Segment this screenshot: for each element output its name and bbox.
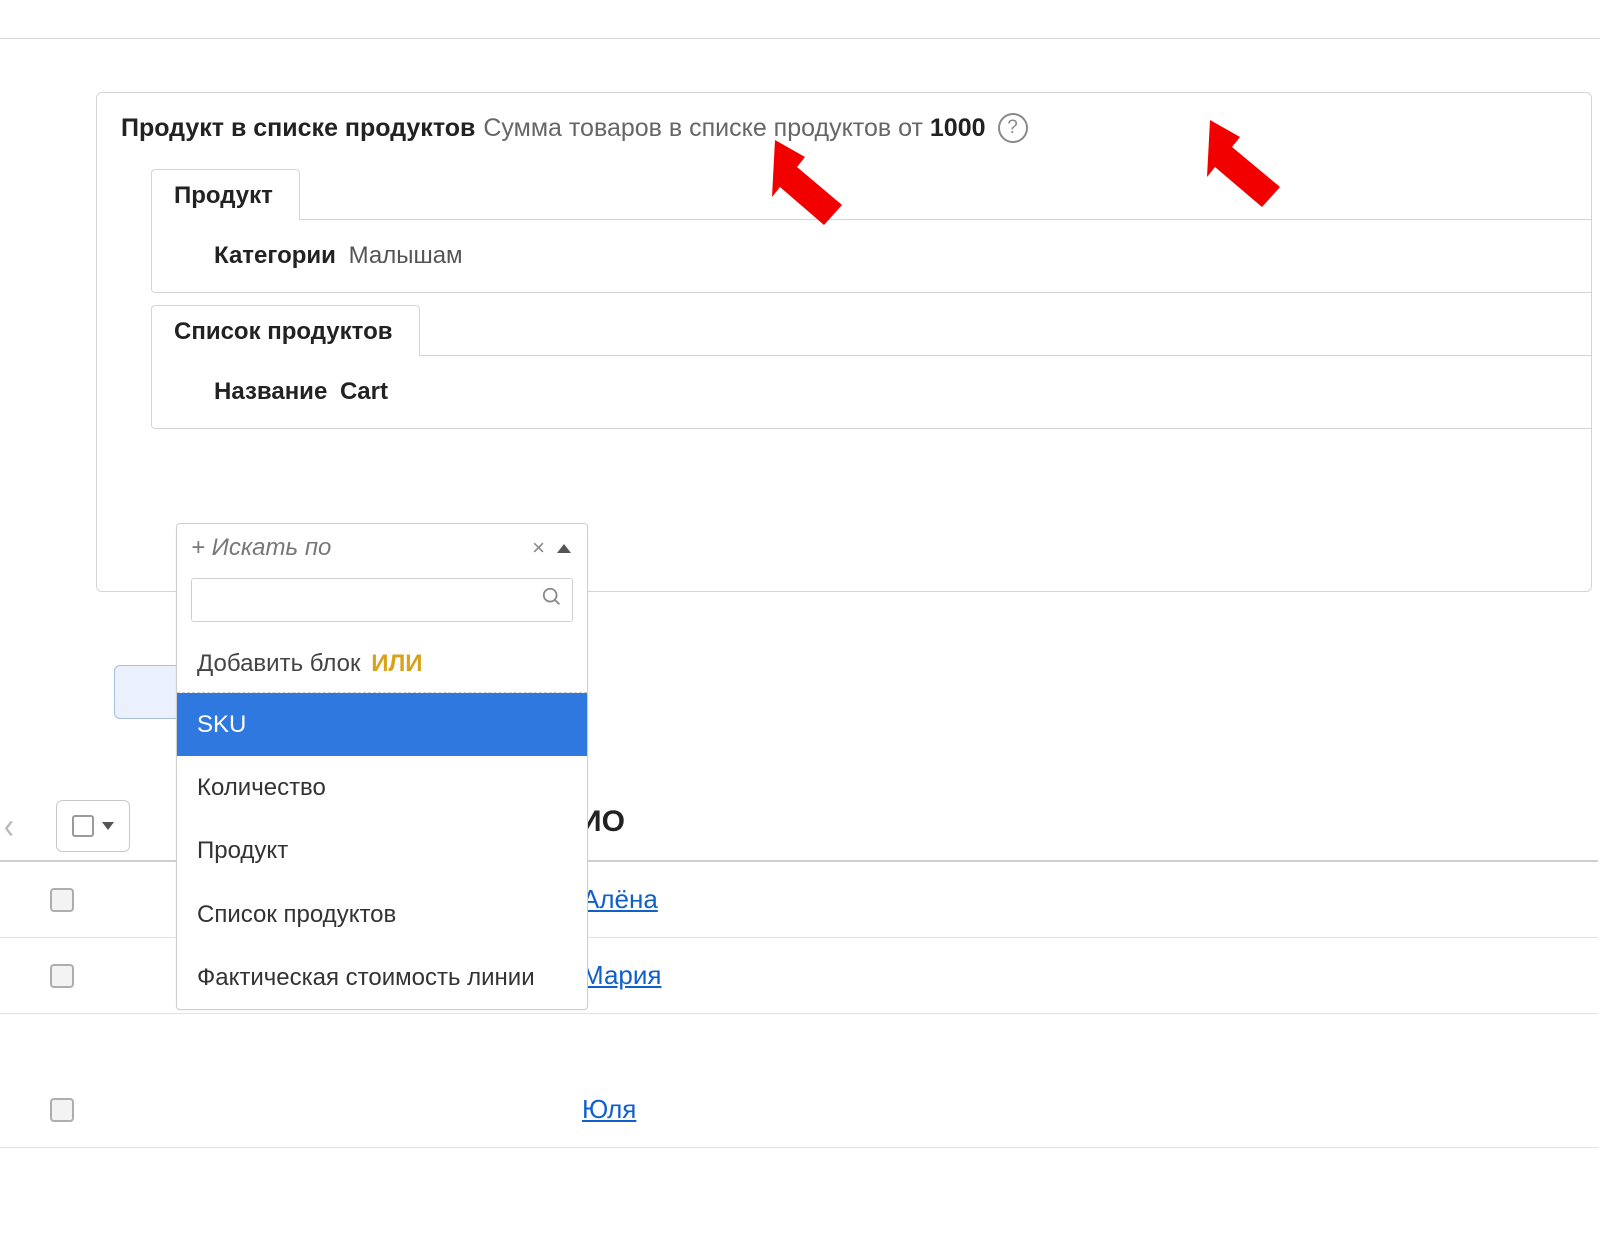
search-icon[interactable]	[541, 586, 563, 614]
row-name-link[interactable]: Алёна	[582, 884, 658, 915]
section-product-list-body: Название Cart	[151, 355, 1591, 429]
add-or-block[interactable]: Добавить блок ИЛИ	[177, 636, 587, 693]
top-divider	[0, 38, 1600, 39]
filter-title-mid: Сумма товаров в списке продуктов от	[483, 114, 923, 143]
product-field-label: Категории	[214, 242, 336, 269]
filter-title-amount: 1000	[930, 114, 986, 143]
search-by-option-actual-line-cost[interactable]: Фактическая стоимость линии	[177, 946, 587, 1009]
clear-icon[interactable]: ×	[526, 535, 551, 561]
chevron-left-icon[interactable]: ‹	[4, 805, 14, 847]
search-by-option-product-list[interactable]: Список продуктов	[177, 883, 587, 946]
add-or-word: ИЛИ	[371, 650, 422, 677]
row-checkbox[interactable]	[50, 888, 74, 912]
tab-product[interactable]: Продукт	[151, 169, 300, 220]
filter-card: Продукт в списке продуктов Сумма товаров…	[96, 92, 1592, 592]
section-product-body: Категории Малышам	[151, 219, 1591, 293]
table-row: Юля	[0, 1072, 1598, 1148]
search-by-dropdown: + Искать по × Добавить блок ИЛИ SKU Коли…	[176, 523, 588, 1010]
row-name-link[interactable]: Юля	[582, 1094, 636, 1125]
add-or-prefix: Добавить блок	[197, 650, 361, 677]
search-by-option-sku[interactable]: SKU	[177, 693, 587, 756]
row-checkbox[interactable]	[50, 1098, 74, 1122]
caret-down-icon	[102, 822, 114, 830]
search-by-options: SKU Количество Продукт Список продуктов …	[177, 693, 587, 1009]
checkbox-icon	[72, 815, 94, 837]
section-product: Продукт Категории Малышам	[151, 169, 1591, 293]
filter-title: Продукт в списке продуктов Сумма товаров…	[121, 113, 1567, 143]
search-by-placeholder: + Искать по	[191, 534, 526, 562]
select-all-dropdown[interactable]	[56, 800, 130, 852]
search-by-option-quantity[interactable]: Количество	[177, 756, 587, 819]
tab-product-list[interactable]: Список продуктов	[151, 305, 420, 356]
list-field-value: Cart	[340, 378, 388, 405]
row-checkbox[interactable]	[50, 964, 74, 988]
search-by-option-product[interactable]: Продукт	[177, 819, 587, 882]
caret-up-icon[interactable]	[557, 544, 571, 553]
section-product-list: Список продуктов Название Cart	[151, 305, 1591, 429]
row-name-link[interactable]: Мария	[582, 960, 661, 991]
list-field-label: Название	[214, 378, 327, 405]
search-input[interactable]	[191, 578, 573, 622]
search-by-header[interactable]: + Искать по ×	[177, 524, 587, 572]
product-field-value: Малышам	[349, 242, 463, 269]
filter-title-prefix: Продукт в списке продуктов	[121, 114, 475, 143]
help-icon[interactable]: ?	[998, 113, 1028, 143]
